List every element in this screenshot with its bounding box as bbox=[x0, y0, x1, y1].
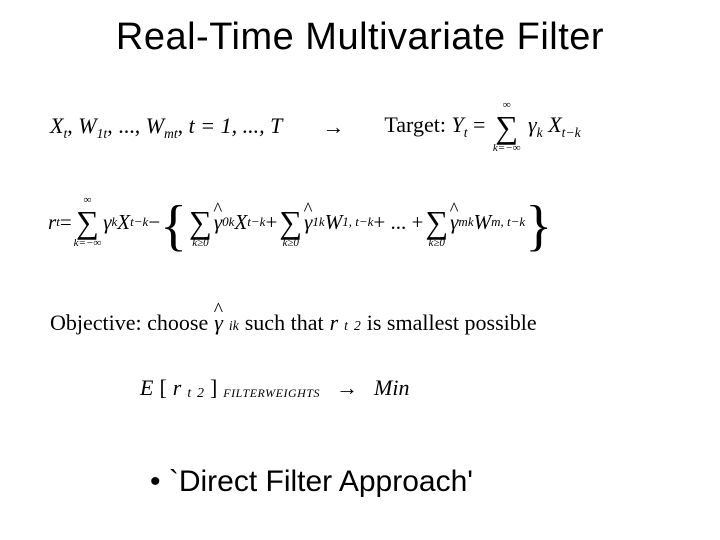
equation-target: Xt, W1t, ..., Wmt, t = 1, ..., T → Targe… bbox=[50, 100, 670, 154]
gamma-hat: γ bbox=[450, 210, 458, 235]
eq1-target: Target: Yt = ∞ ∑ k=−∞ γk Xt−k bbox=[384, 100, 580, 154]
sum-icon: ∞ ∑ k=−∞ bbox=[493, 100, 521, 154]
arrow-icon: → bbox=[336, 375, 358, 401]
gamma-hat: γ bbox=[214, 210, 222, 235]
slide: Real-Time Multivariate Filter Xt, W1t, .… bbox=[0, 0, 720, 540]
objective-text: Objective: choose γik such that rt2 is s… bbox=[50, 310, 670, 336]
arrow-icon: → bbox=[322, 114, 344, 140]
eq1-inputs: Xt, W1t, ..., Wmt, t = 1, ..., T bbox=[50, 113, 282, 142]
sum-icon: ∞ ∑ k=−∞ bbox=[74, 195, 102, 249]
sum-icon: ∑ k≥0 bbox=[425, 195, 448, 249]
sum-icon: ∑ k≥0 bbox=[279, 195, 302, 249]
sum-icon: ∑ k≥0 bbox=[189, 195, 212, 249]
bullet-text: `Direct Filter Approach' bbox=[150, 465, 473, 499]
gamma-hat: γ bbox=[214, 310, 223, 336]
gamma-hat: γ bbox=[304, 210, 312, 235]
equation-min: E[rt2]FILTERWEIGHTS → Min bbox=[140, 375, 580, 401]
equation-residual: rt = ∞ ∑ k=−∞ γk Xt−k − { ∑ k≥0 γ0k Xt−k… bbox=[48, 195, 688, 249]
slide-title: Real-Time Multivariate Filter bbox=[0, 16, 720, 59]
